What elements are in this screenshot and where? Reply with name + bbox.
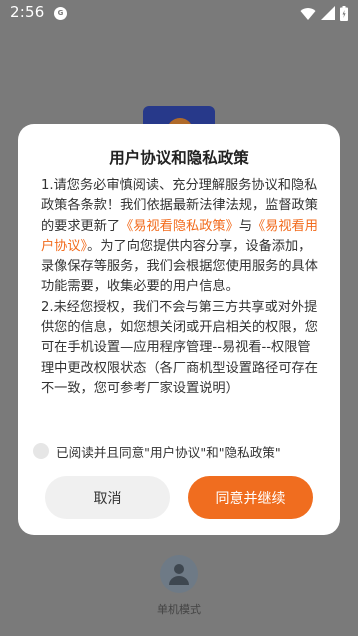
cancel-button[interactable]: 取消 bbox=[45, 476, 170, 519]
cellular-signal-icon bbox=[321, 6, 335, 20]
agree-continue-button[interactable]: 同意并继续 bbox=[188, 476, 313, 519]
user-mode-label: 单机模式 bbox=[157, 603, 201, 616]
agree-checkbox[interactable] bbox=[33, 443, 49, 459]
user-mode-icon bbox=[160, 555, 198, 593]
wifi-icon bbox=[300, 7, 316, 20]
status-time: 2:56 bbox=[10, 3, 45, 21]
paragraph-1: 1.请您务必审慎阅读、充分理解服务协议和隐私政策各条款！我们依据最新法律法规，监… bbox=[41, 176, 323, 298]
status-bar: 2:56 G bbox=[0, 0, 358, 26]
privacy-policy-link[interactable]: 《易视看隐私政策》 bbox=[120, 219, 239, 234]
agree-row[interactable]: 已阅读并且同意"用户协议"和"隐私政策" bbox=[33, 442, 281, 460]
dialog-title: 用户协议和隐私政策 bbox=[109, 149, 249, 167]
paragraph-1-and: 与 bbox=[238, 218, 252, 234]
paragraph-2: 2.未经您授权，我们不会与第三方共享或对外提供您的信息，如您想关闭或开启相关的权… bbox=[41, 299, 318, 396]
notification-icon: G bbox=[54, 7, 67, 20]
privacy-dialog: 用户协议和隐私政策 1.请您务必审慎阅读、充分理解服务协议和隐私政策各条款！我们… bbox=[18, 124, 340, 535]
dialog-body[interactable]: 1.请您务必审慎阅读、充分理解服务协议和隐私政策各条款！我们依据最新法律法规，监… bbox=[41, 176, 323, 452]
agree-text: 已阅读并且同意"用户协议"和"隐私政策" bbox=[56, 444, 281, 460]
battery-icon bbox=[340, 5, 348, 21]
status-icons bbox=[300, 5, 348, 21]
